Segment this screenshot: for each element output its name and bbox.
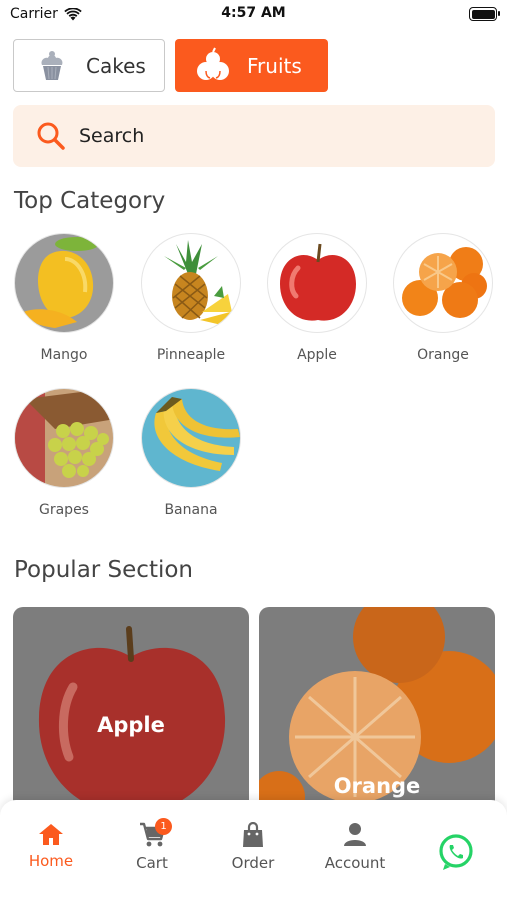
search-bar[interactable] [13, 105, 495, 167]
grapes-image [14, 388, 114, 488]
popular-section-title: Popular Section [14, 557, 194, 583]
category-label: Grapes [39, 502, 89, 518]
nav-cart[interactable]: 1 Cart [107, 818, 197, 872]
orange-image [393, 233, 493, 333]
category-item-orange[interactable]: Orange [393, 233, 493, 363]
cupcake-icon [32, 46, 72, 86]
tab-cakes[interactable]: Cakes [13, 39, 165, 92]
battery-icon [469, 7, 500, 21]
person-icon [344, 823, 366, 846]
home-icon [39, 824, 63, 845]
search-input[interactable] [79, 125, 459, 147]
cart-badge: 1 [155, 818, 172, 835]
mango-image [14, 233, 114, 333]
category-item-apple[interactable]: Apple [267, 233, 367, 363]
popular-card-orange[interactable]: Orange [259, 607, 495, 807]
status-time: 4:57 AM [221, 5, 286, 21]
nav-home-label: Home [28, 852, 74, 870]
status-bar: Carrier 4:57 AM [0, 0, 507, 28]
category-item-banana[interactable]: Banana [141, 388, 241, 518]
tab-cakes-label: Cakes [86, 53, 146, 78]
popular-card-apple[interactable]: Apple [13, 607, 249, 807]
apple-image [267, 233, 367, 333]
bottom-nav: Home 1 Cart Order Account [0, 800, 507, 900]
tab-fruits-label: Fruits [247, 53, 302, 78]
nav-account-label: Account [324, 854, 386, 872]
nav-order[interactable]: Order [208, 822, 298, 872]
category-label: Apple [297, 347, 337, 363]
category-label: Banana [164, 502, 218, 518]
pineapple-image [141, 233, 241, 333]
tab-fruits[interactable]: Fruits [175, 39, 328, 92]
category-item-mango[interactable]: Mango [14, 233, 114, 363]
apple-image [38, 626, 226, 807]
nav-account[interactable]: Account [310, 822, 400, 872]
category-item-grapes[interactable]: Grapes [14, 388, 114, 518]
fruits-icon [193, 46, 233, 86]
search-icon [37, 122, 65, 150]
popular-card-label: Apple [97, 713, 165, 737]
popular-card-label: Orange [333, 774, 421, 798]
shopping-bag-icon [243, 822, 263, 847]
category-item-pineapple[interactable]: Pinneaple [141, 233, 241, 363]
nav-home[interactable]: Home [6, 822, 96, 870]
banana-image [141, 388, 241, 488]
nav-cart-label: Cart [136, 854, 168, 872]
category-label: Mango [40, 347, 88, 363]
category-label: Pinneaple [156, 347, 226, 363]
category-label: Orange [417, 347, 469, 363]
top-category-title: Top Category [14, 188, 166, 214]
nav-order-label: Order [231, 854, 275, 872]
whatsapp-icon[interactable] [437, 833, 475, 871]
